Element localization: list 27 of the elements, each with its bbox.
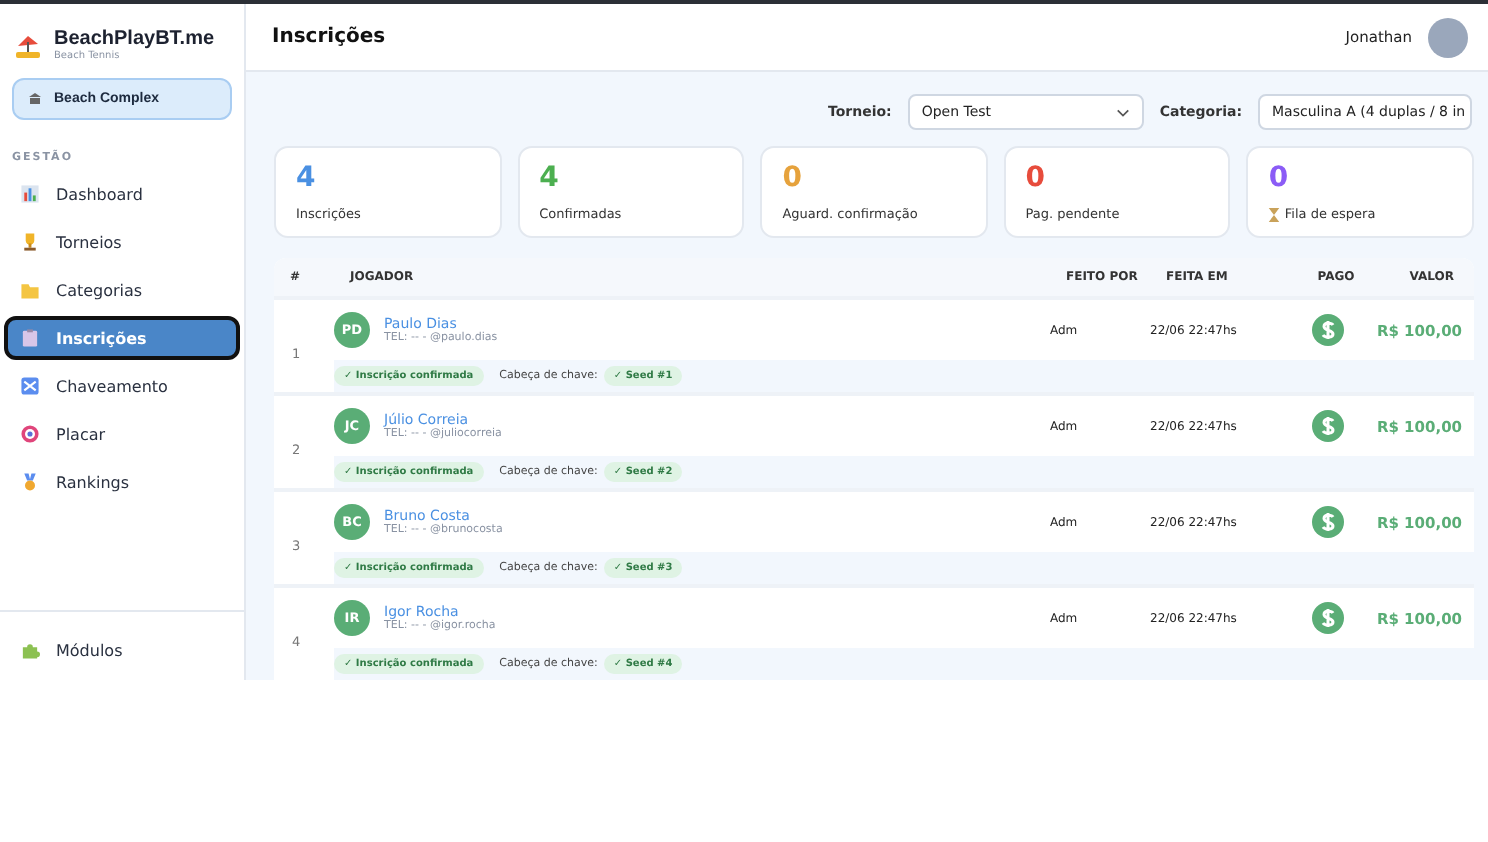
chevron-down-icon (1115, 107, 1130, 117)
sidebar-item[interactable]: Inscrições (4, 316, 240, 360)
target-icon (20, 424, 40, 444)
bar-chart-icon (20, 184, 40, 204)
sidebar-item[interactable]: Categorias (4, 268, 240, 312)
logo-icon (14, 31, 42, 59)
stat-value: 4 (539, 164, 561, 192)
stat-value: 0 (782, 164, 804, 192)
trophy-icon (20, 232, 40, 252)
page-title: Inscrições (272, 26, 386, 48)
medal-icon (20, 472, 40, 492)
puzzle-icon (20, 640, 40, 660)
stat-value: 0 (1268, 164, 1291, 192)
sidebar-item[interactable]: Chaveamento (4, 364, 240, 408)
sidebar-item[interactable]: Rankings (4, 460, 240, 504)
stat-value: 0 (1025, 164, 1048, 192)
folder-icon (20, 280, 40, 300)
sidebar-item[interactable]: Placar (4, 412, 240, 456)
brand-name: BeachPlayBT.me (54, 28, 215, 50)
sidebar-item[interactable]: Dashboard (4, 172, 240, 216)
sidebar-item[interactable]: Módulos (4, 628, 240, 672)
sidebar-item[interactable]: Torneios (4, 220, 240, 264)
clipboard-icon (20, 328, 40, 348)
stat-value: 4 (296, 164, 318, 192)
building-icon (28, 92, 42, 106)
shuffle-icon (20, 376, 40, 396)
user-avatar[interactable] (1428, 17, 1468, 57)
